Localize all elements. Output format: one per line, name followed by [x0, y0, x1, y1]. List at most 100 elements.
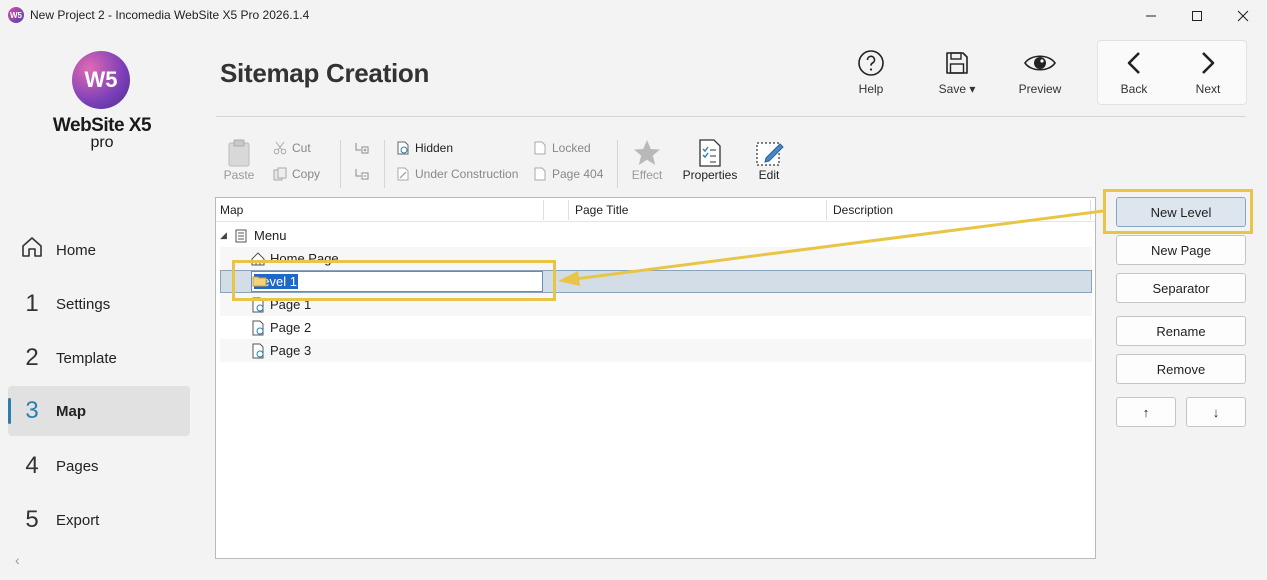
sidebar-item-template[interactable]: 2 Template: [8, 333, 190, 383]
step-number: 1: [25, 290, 39, 317]
sidebar-item-settings[interactable]: 1 Settings: [8, 279, 190, 329]
minimize-button[interactable]: [1128, 0, 1174, 32]
sidebar-item-home[interactable]: Home: [8, 225, 190, 275]
effect-button[interactable]: Effect: [628, 138, 666, 182]
title-bar: W5 New Project 2 - Incomedia WebSite X5 …: [0, 0, 1267, 32]
edit-button[interactable]: Edit: [752, 138, 786, 182]
locked-label: Locked: [552, 141, 591, 155]
move-out-button[interactable]: [354, 167, 373, 181]
save-label: Save ▾: [938, 82, 976, 96]
page-404-icon: [533, 167, 547, 181]
eye-icon: [1023, 48, 1057, 78]
hidden-label: Hidden: [415, 141, 454, 155]
app-icon: W5: [8, 7, 24, 23]
next-label: Next: [1195, 82, 1221, 96]
page-icon: [250, 343, 266, 359]
tree-row-label: Page 2: [270, 320, 312, 335]
move-down-button[interactable]: ↓: [1186, 397, 1246, 427]
move-up-button[interactable]: ↑: [1116, 397, 1176, 427]
star-icon: [634, 140, 660, 165]
sidebar: W5 WebSite X5 pro Home 1 Settings 2 Temp…: [0, 32, 200, 580]
menu-icon: [234, 228, 250, 244]
clipboard-icon: [228, 139, 250, 167]
maximize-button[interactable]: [1174, 0, 1220, 32]
separator-button[interactable]: Separator: [1116, 273, 1246, 303]
column-header-map[interactable]: Map: [220, 203, 243, 217]
minimize-icon: [1146, 15, 1156, 17]
sidebar-item-pages[interactable]: 4 Pages: [8, 441, 190, 491]
tree-row-label: Page 3: [270, 343, 312, 358]
save-button[interactable]: Save ▾: [924, 48, 990, 100]
locked-button[interactable]: Locked: [533, 141, 591, 155]
sidebar-item-label: Pages: [56, 457, 99, 475]
sidebar-item-label: Map: [56, 402, 86, 420]
rename-button[interactable]: Rename: [1116, 316, 1246, 346]
collapse-sidebar-button[interactable]: ‹: [15, 552, 20, 568]
tree-root-row[interactable]: ◢ Menu: [220, 224, 1092, 247]
sidebar-item-label: Template: [56, 349, 117, 367]
step-number: 2: [25, 344, 39, 371]
header-divider: [216, 116, 1246, 117]
column-header-description[interactable]: Description: [833, 203, 893, 217]
next-button[interactable]: Next: [1175, 48, 1241, 100]
edit-icon: [756, 142, 784, 166]
close-icon: [1237, 10, 1249, 22]
brand-logo: W5: [72, 51, 130, 109]
new-page-button[interactable]: New Page: [1116, 235, 1246, 265]
step-number: 3: [25, 397, 39, 424]
tree-indent-icon: [354, 141, 369, 155]
expand-arrow-icon[interactable]: ◢: [220, 230, 234, 241]
page404-button[interactable]: Page 404: [533, 167, 603, 181]
edit-label: Edit: [758, 168, 780, 182]
sitemap-tree[interactable]: Map Page Title Description ◢ Menu Home P…: [215, 197, 1096, 559]
back-label: Back: [1120, 82, 1148, 96]
page-icon: [250, 320, 266, 336]
chevron-right-icon: [1198, 48, 1218, 78]
page404-label: Page 404: [552, 167, 604, 181]
maximize-icon: [1192, 11, 1202, 21]
copy-button[interactable]: Copy: [273, 167, 320, 181]
tree-row-page-3[interactable]: Page 3: [220, 339, 1092, 362]
highlight-level-1: [232, 260, 556, 301]
help-label: Help: [858, 82, 884, 96]
properties-button[interactable]: Properties: [682, 138, 738, 182]
remove-button[interactable]: Remove: [1116, 354, 1246, 384]
help-button[interactable]: Help: [838, 48, 904, 100]
effect-label: Effect: [631, 168, 663, 182]
back-button[interactable]: Back: [1101, 48, 1167, 100]
toolbar-divider: [617, 140, 618, 188]
preview-label: Preview: [1018, 82, 1062, 96]
tree-root-label: Menu: [254, 228, 287, 243]
copy-icon: [273, 167, 287, 181]
sidebar-item-export[interactable]: 5 Export: [8, 495, 190, 545]
cut-label: Cut: [292, 141, 311, 155]
properties-icon: [699, 139, 721, 167]
tree-row-page-2[interactable]: Page 2: [220, 316, 1092, 339]
help-icon: [857, 48, 885, 78]
chevron-left-icon: [1124, 48, 1144, 78]
toolbar-divider: [340, 140, 341, 188]
preview-button[interactable]: Preview: [1007, 48, 1073, 100]
hidden-page-icon: [396, 141, 410, 155]
brand-edition: pro: [90, 134, 114, 151]
under-construction-label: Under Construction: [415, 167, 519, 181]
tree-header: Map Page Title Description: [216, 198, 1095, 222]
sidebar-item-label: Home: [56, 241, 97, 259]
sidebar-item-map[interactable]: 3 Map: [8, 386, 190, 436]
copy-label: Copy: [292, 167, 321, 181]
cut-button[interactable]: Cut: [273, 141, 311, 155]
move-in-button[interactable]: [354, 141, 373, 155]
under-construction-button[interactable]: Under Construction: [396, 167, 518, 181]
hidden-button[interactable]: Hidden: [396, 141, 453, 155]
step-number: 5: [25, 506, 39, 533]
properties-label: Properties: [682, 168, 738, 182]
paste-button[interactable]: Paste: [222, 138, 256, 182]
home-icon: [8, 234, 56, 267]
close-button[interactable]: [1220, 0, 1266, 32]
page-title: Sitemap Creation: [220, 58, 430, 88]
sidebar-item-label: Export: [56, 511, 100, 529]
window-title: New Project 2 - Incomedia WebSite X5 Pro…: [30, 8, 310, 22]
column-header-page-title[interactable]: Page Title: [575, 203, 628, 217]
brand-name: WebSite X5: [52, 115, 152, 136]
toolbar-divider: [384, 140, 385, 188]
